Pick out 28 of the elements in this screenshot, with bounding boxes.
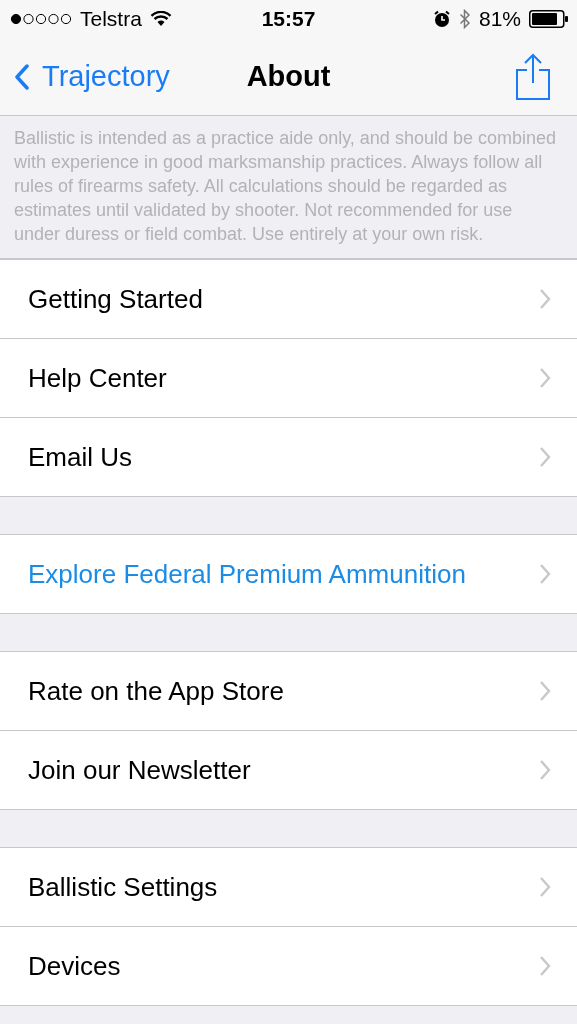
battery-percent: 81%: [478, 7, 521, 31]
alarm-icon: [432, 10, 451, 28]
menu-item[interactable]: Getting Started: [0, 260, 577, 339]
back-button[interactable]: Trajectory: [14, 60, 170, 93]
wifi-icon: [149, 11, 172, 27]
menu-item[interactable]: Rate on the App Store: [0, 652, 577, 731]
bluetooth-icon: [458, 9, 471, 29]
menu-item[interactable]: Help Center: [0, 339, 577, 418]
chevron-right-icon: [539, 680, 551, 702]
chevron-left-icon: [14, 63, 30, 90]
signal-icon: [10, 13, 72, 25]
chevron-right-icon: [539, 876, 551, 898]
chevron-right-icon: [539, 367, 551, 389]
chevron-right-icon: [539, 288, 551, 310]
chevron-right-icon: [539, 563, 551, 585]
battery-icon: [529, 10, 569, 28]
menu-item[interactable]: Join our Newsletter: [0, 731, 577, 809]
menu-item[interactable]: Devices: [0, 927, 577, 1005]
share-button[interactable]: [515, 52, 551, 101]
chevron-right-icon: [539, 446, 551, 468]
chevron-right-icon: [539, 759, 551, 781]
nav-title: About: [246, 60, 331, 93]
status-time: 15:57: [261, 7, 316, 31]
carrier-name: Telstra: [80, 7, 142, 31]
menu-item[interactable]: Email Us: [0, 418, 577, 496]
chevron-right-icon: [539, 955, 551, 977]
menu-item[interactable]: Ballistic Settings: [0, 848, 577, 927]
menu-item[interactable]: Explore Federal Premium Ammunition: [0, 535, 577, 613]
